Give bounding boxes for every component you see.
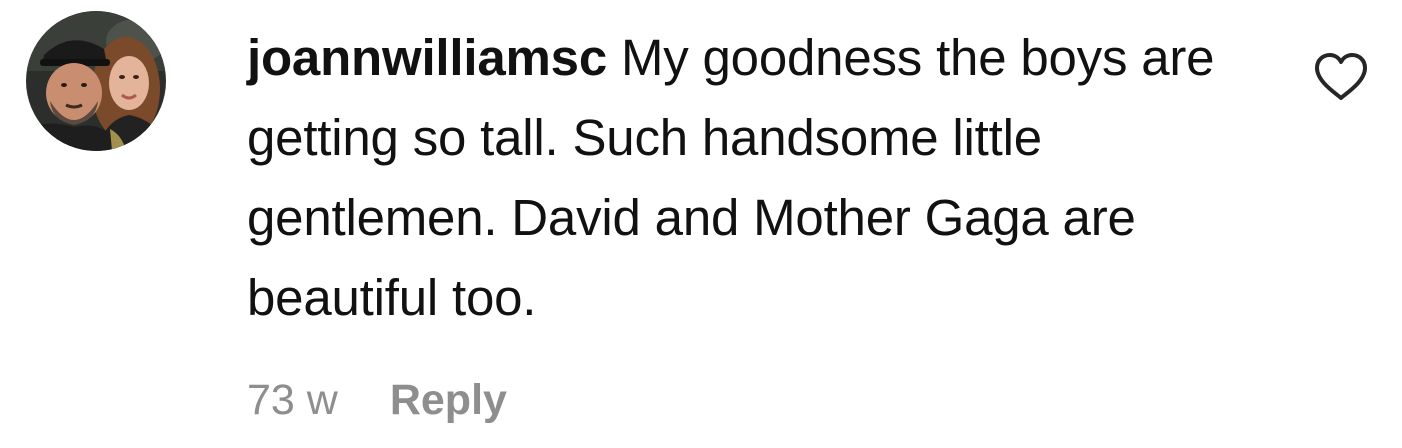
comment-timestamp: 73 w [247,375,338,424]
comment-text-block: joannwilliamsc My goodness the boys are … [247,18,1237,338]
heart-outline-icon [1315,53,1367,100]
reply-button[interactable]: Reply [390,376,507,425]
comment-meta: 73 w Reply [247,370,507,430]
comment: joannwilliamsc My goodness the boys are … [0,0,1402,448]
avatar-photo [26,11,166,151]
like-button[interactable] [1313,52,1369,102]
comment-body: joannwilliamsc My goodness the boys are … [247,18,1257,338]
avatar[interactable] [26,11,166,151]
comment-username[interactable]: joannwilliamsc [247,29,607,86]
